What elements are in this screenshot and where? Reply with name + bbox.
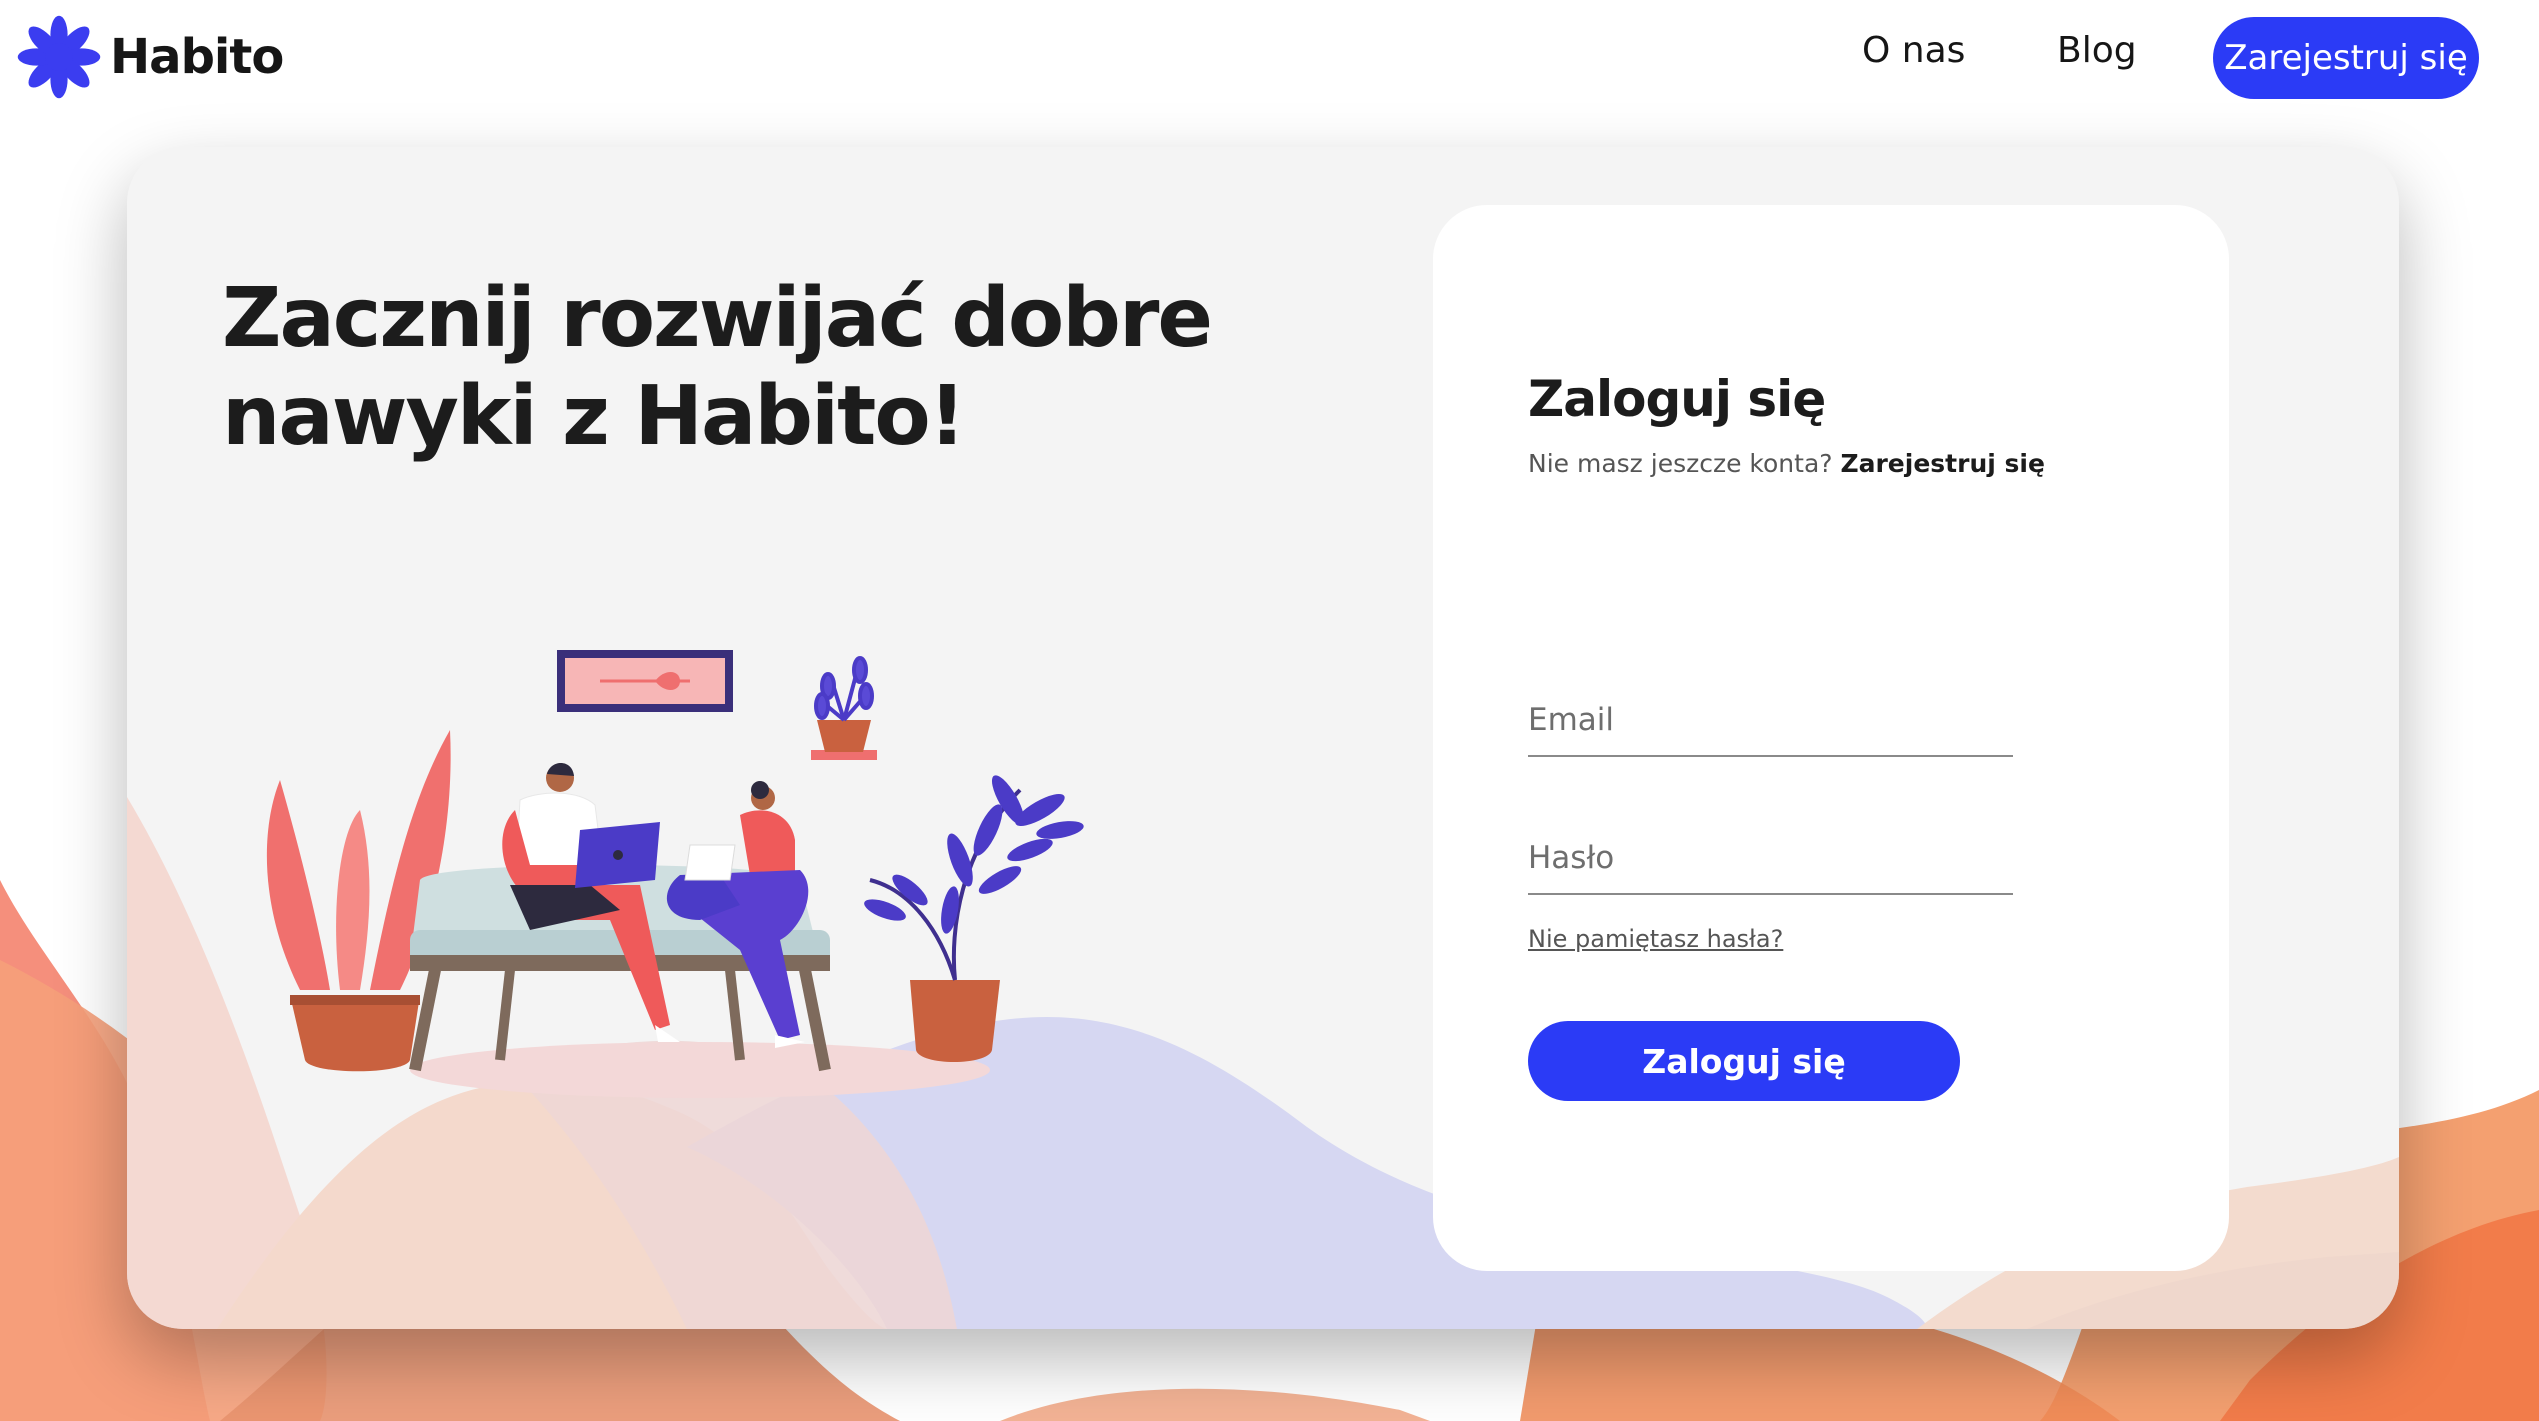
- nav-link-blog[interactable]: Blog: [2057, 30, 2137, 71]
- signup-prompt-text: Nie masz jeszcze konta?: [1528, 449, 1833, 478]
- hero-headline: Zacznij rozwijać dobre nawyki z Habito!: [222, 270, 1322, 466]
- signup-link[interactable]: Zarejestruj się: [1840, 449, 2044, 478]
- brand-name: Habito: [110, 29, 284, 85]
- flower-logo-icon: [17, 15, 101, 99]
- nav-link-about[interactable]: O nas: [1862, 30, 1965, 71]
- top-nav: Habito O nas Blog Zarejestruj się: [0, 0, 2539, 120]
- password-field[interactable]: [1528, 823, 2013, 895]
- brand-logo[interactable]: Habito: [16, 14, 284, 100]
- hero-headline-line-1: Zacznij rozwijać dobre: [222, 271, 1213, 366]
- login-button[interactable]: Zaloguj się: [1528, 1021, 1960, 1101]
- login-title: Zaloguj się: [1528, 370, 1826, 428]
- signup-prompt: Nie masz jeszcze konta? Zarejestruj się: [1528, 449, 2045, 478]
- forgot-password-link[interactable]: Nie pamiętasz hasła?: [1528, 925, 1783, 953]
- hero-headline-line-2: nawyki z Habito!: [222, 369, 966, 464]
- email-field[interactable]: [1528, 685, 2013, 757]
- register-button[interactable]: Zarejestruj się: [2213, 17, 2479, 99]
- couch-illustration: [266, 650, 1084, 1098]
- login-panel: Zaloguj się Nie masz jeszcze konta? Zare…: [1433, 205, 2229, 1271]
- page: Habito O nas Blog Zarejestruj się Zaczni…: [0, 0, 2539, 1421]
